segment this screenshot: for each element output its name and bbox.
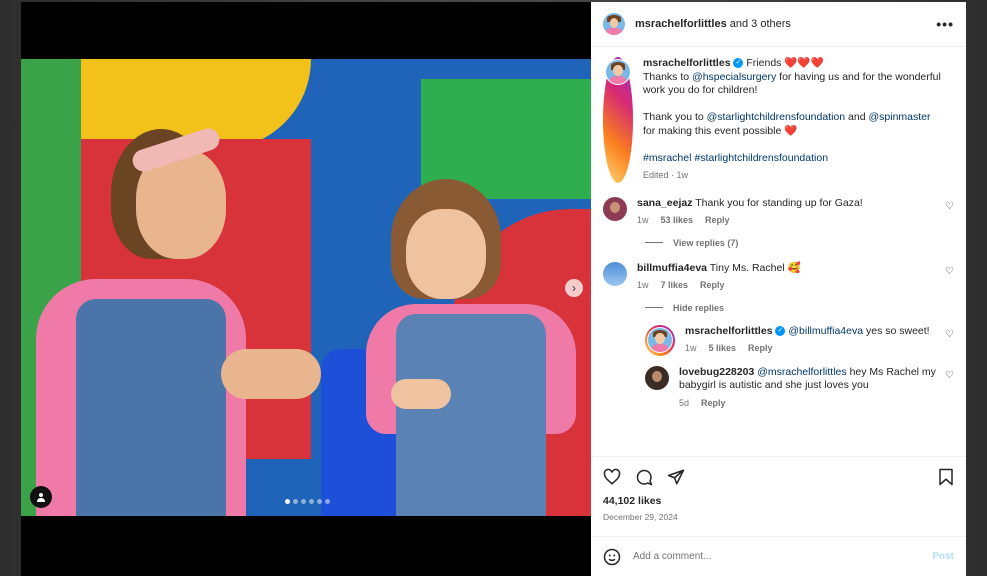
post-media: › bbox=[21, 2, 591, 576]
post-panel: msrachelforlittles and 3 others ••• msra… bbox=[591, 2, 966, 576]
reply-button[interactable]: Reply bbox=[700, 279, 725, 293]
likes-count[interactable]: 44,102 likes bbox=[603, 495, 954, 507]
mention-link[interactable]: @starlightchildrensfoundation bbox=[707, 111, 846, 123]
mention-link[interactable]: @billmuffia4eva bbox=[788, 325, 863, 337]
comment-username[interactable]: sana_eejaz bbox=[637, 197, 692, 209]
reply-button[interactable]: Reply bbox=[705, 214, 730, 228]
comment-time: 1w bbox=[637, 215, 649, 225]
reply-time: 5d bbox=[679, 397, 690, 408]
reply-button[interactable]: Reply bbox=[748, 342, 773, 356]
carousel-dot bbox=[309, 499, 314, 504]
caption-line1: Friends ❤️❤️❤️ bbox=[746, 57, 824, 69]
hide-replies-button[interactable]: Hide replies bbox=[645, 303, 954, 313]
header-avatar[interactable] bbox=[603, 13, 625, 35]
caption-text: Thanks to bbox=[643, 70, 693, 83]
verified-badge-icon: ✓ bbox=[733, 58, 744, 69]
view-replies-button[interactable]: View replies (7) bbox=[645, 238, 954, 248]
comment-icon[interactable] bbox=[635, 468, 653, 486]
reply-avatar[interactable] bbox=[645, 365, 669, 390]
reply-button[interactable]: Reply bbox=[701, 397, 726, 411]
reply-avatar[interactable] bbox=[648, 327, 672, 352]
comments-scroll[interactable]: msrachelforlittles ✓ Friends ❤️❤️❤️ Than… bbox=[591, 47, 966, 456]
verified-badge-icon: ✓ bbox=[775, 325, 786, 336]
reply-likes[interactable]: 5 likes bbox=[709, 342, 737, 356]
reply-username[interactable]: msrachelforlittles bbox=[685, 325, 773, 337]
comment-username[interactable]: billmuffia4eva bbox=[637, 262, 707, 274]
post-date: December 29, 2024 bbox=[603, 512, 678, 522]
post-photo[interactable] bbox=[21, 59, 591, 516]
header-username[interactable]: msrachelforlittles and 3 others bbox=[635, 18, 936, 30]
mention-link[interactable]: @msrachelforlittles bbox=[757, 366, 846, 378]
share-icon[interactable] bbox=[667, 468, 685, 486]
hashtag-link[interactable]: #msrachel bbox=[643, 152, 691, 164]
reply-text: yes so sweet! bbox=[863, 324, 930, 337]
carousel-dot bbox=[325, 499, 330, 504]
comment-time: 1w bbox=[637, 280, 649, 290]
comment-input[interactable] bbox=[633, 551, 921, 562]
caption: msrachelforlittles ✓ Friends ❤️❤️❤️ Than… bbox=[603, 57, 954, 183]
mention-link[interactable]: @spinmaster bbox=[868, 111, 930, 123]
caption-text: and bbox=[845, 111, 869, 123]
like-icon[interactable] bbox=[603, 468, 621, 486]
reply-time: 1w bbox=[685, 343, 697, 353]
post-comment-button[interactable]: Post bbox=[932, 551, 954, 562]
edited-label: Edited · 1w bbox=[643, 170, 689, 180]
more-options-icon[interactable]: ••• bbox=[936, 16, 954, 32]
emoji-icon[interactable] bbox=[603, 548, 621, 566]
hashtag-link[interactable]: #starlightchildrensfoundation bbox=[694, 152, 828, 164]
like-comment-icon[interactable]: ♡ bbox=[945, 329, 954, 340]
comment-text: Thank you for standing up for Gaza! bbox=[695, 196, 863, 209]
carousel-dot bbox=[301, 499, 306, 504]
next-slide-button[interactable]: › bbox=[565, 279, 583, 297]
post-actions: 44,102 likes December 29, 2024 bbox=[591, 456, 966, 536]
like-comment-icon[interactable]: ♡ bbox=[945, 266, 954, 277]
post-header: msrachelforlittles and 3 others ••• bbox=[591, 2, 966, 47]
add-comment-bar: Post bbox=[591, 536, 966, 576]
reply-item: lovebug228203 @msrachelforlittles hey Ms… bbox=[645, 365, 954, 411]
carousel-indicator bbox=[285, 499, 330, 504]
mention-link[interactable]: @hspecialsurgery bbox=[692, 71, 776, 83]
comment-likes[interactable]: 7 likes bbox=[661, 279, 689, 293]
caption-avatar[interactable] bbox=[606, 60, 630, 84]
caption-username[interactable]: msrachelforlittles bbox=[643, 57, 731, 69]
caption-text: Thank you to bbox=[643, 111, 707, 123]
comment-item: billmuffia4eva Tiny Ms. Rachel 🥰 1w 7 lik… bbox=[603, 261, 954, 293]
comment-item: sana_eejaz Thank you for standing up for… bbox=[603, 196, 954, 228]
reply-item: msrachelforlittles ✓ @billmuffia4eva yes… bbox=[645, 324, 954, 356]
commenter-avatar[interactable] bbox=[603, 196, 627, 221]
like-comment-icon[interactable]: ♡ bbox=[945, 201, 954, 212]
carousel-dot bbox=[317, 499, 322, 504]
comment-text: Tiny Ms. Rachel 🥰 bbox=[709, 261, 801, 274]
carousel-dot bbox=[293, 499, 298, 504]
caption-text: for making this event possible ❤️ bbox=[643, 124, 798, 137]
tagged-users-icon[interactable] bbox=[30, 486, 52, 508]
post-modal: › msrachelforlittles and 3 others ••• ms… bbox=[21, 2, 966, 576]
save-icon[interactable] bbox=[938, 468, 954, 486]
reply-username[interactable]: lovebug228203 bbox=[679, 366, 754, 378]
carousel-dot bbox=[285, 499, 290, 504]
like-comment-icon[interactable]: ♡ bbox=[945, 370, 954, 381]
comment-likes[interactable]: 53 likes bbox=[661, 214, 694, 228]
commenter-avatar[interactable] bbox=[603, 261, 627, 286]
